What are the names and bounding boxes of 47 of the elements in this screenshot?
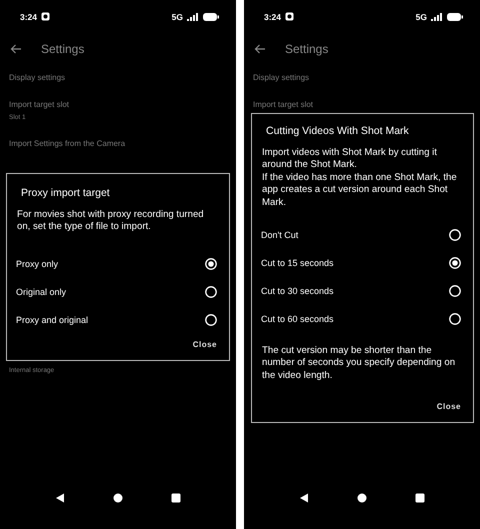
back-arrow-icon[interactable] [254, 44, 266, 54]
close-button[interactable]: Close [192, 338, 217, 351]
app-icon [41, 12, 50, 21]
page-title: Settings [41, 42, 84, 56]
radio-selected-icon[interactable] [205, 258, 217, 270]
radio-option[interactable]: Don't Cut [261, 221, 461, 250]
setting-title[interactable]: Display settings [9, 73, 236, 83]
back-icon[interactable] [299, 493, 309, 503]
radio-option[interactable]: Cut to 60 seconds [261, 305, 461, 334]
clock-time: 3:24 [264, 12, 282, 22]
radio-selected-icon[interactable] [449, 257, 461, 270]
radio-option[interactable]: Cut to 30 seconds [261, 277, 461, 306]
back-arrow-icon[interactable] [10, 44, 22, 54]
setting-title[interactable]: Display settings [253, 73, 480, 83]
home-icon[interactable] [113, 493, 123, 503]
dialog-title: Proxy import target [20, 186, 111, 200]
radio-option[interactable]: Proxy only [16, 250, 217, 278]
network-label: 5G [416, 12, 427, 22]
battery-icon [203, 12, 219, 20]
page-title: Settings [285, 42, 328, 56]
setting-title[interactable]: Import target slot [253, 100, 480, 110]
app-icon [285, 12, 294, 21]
dialog-title: Cutting Videos With Shot Mark [265, 124, 410, 138]
radio-icon[interactable] [449, 229, 461, 242]
dialog-note: The cut version may be shorter than the number of seconds you specify depending on the video length. [261, 345, 456, 382]
back-icon[interactable] [55, 493, 65, 503]
close-button[interactable]: Close [436, 400, 461, 413]
setting-title[interactable]: Import target slot [9, 100, 236, 110]
radio-icon[interactable] [205, 314, 217, 326]
recents-icon[interactable] [415, 493, 425, 503]
dialog-message: For movies shot with proxy recording turned on, set the type of file to import. [16, 209, 205, 234]
battery-icon [447, 12, 463, 20]
recents-icon[interactable] [171, 493, 181, 503]
radio-option[interactable]: Cut to 15 seconds [261, 249, 461, 278]
radio-option[interactable]: Proxy and original [16, 306, 217, 334]
setting-title[interactable]: Import Settings from the Camera [9, 139, 236, 149]
radio-icon[interactable] [449, 313, 461, 326]
signal-icon [187, 12, 199, 20]
home-icon[interactable] [357, 493, 367, 503]
clock-time: 3:24 [20, 12, 38, 22]
signal-icon [431, 12, 443, 20]
radio-icon[interactable] [205, 286, 217, 298]
network-label: 5G [172, 12, 183, 22]
dialog-message: Import videos with Shot Mark by cutting it around the Shot Mark. [261, 147, 438, 172]
radio-icon[interactable] [449, 285, 461, 298]
dialog-message: If the video has more than one Shot Mark, the app creates a cut version around each Shot Mark. [261, 172, 458, 210]
radio-option[interactable]: Original only [16, 278, 217, 306]
